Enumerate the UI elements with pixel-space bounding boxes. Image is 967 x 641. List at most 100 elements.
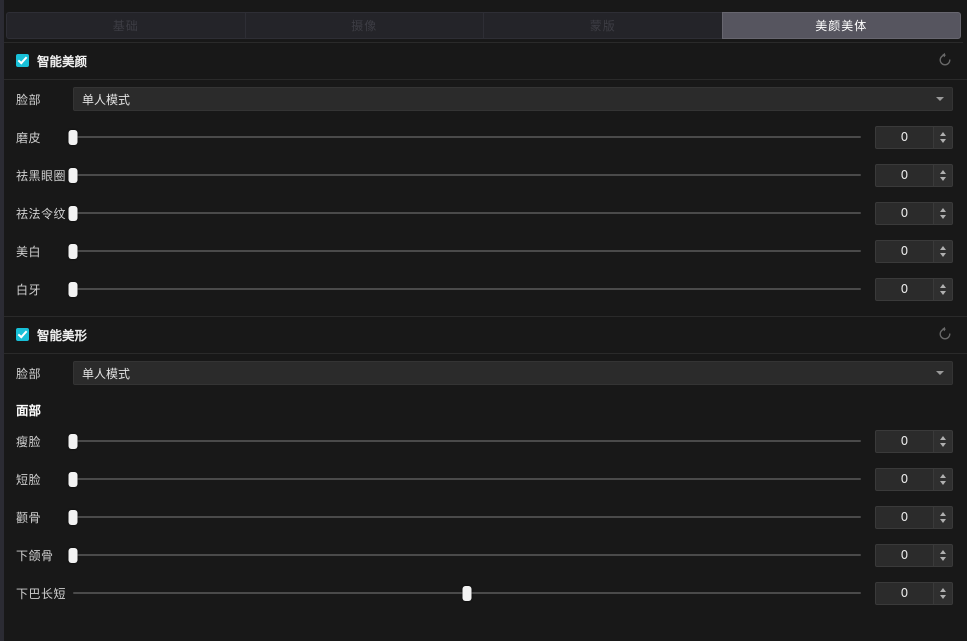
spin-stepper[interactable]: [934, 277, 953, 301]
slider-short-face[interactable]: [68, 467, 861, 491]
slider-handle[interactable]: [68, 434, 78, 449]
chevron-up-icon[interactable]: [940, 169, 946, 174]
slider-track: [73, 516, 861, 518]
spin-stepper[interactable]: [934, 505, 953, 529]
slider-row-dark-circles: 祛黑眼圈 0: [4, 156, 967, 194]
slider-handle[interactable]: [462, 586, 472, 601]
checkbox-smart-reshape[interactable]: [16, 327, 29, 341]
reset-icon[interactable]: [937, 52, 953, 68]
spin-stepper[interactable]: [934, 581, 953, 605]
chevron-down-icon[interactable]: [940, 594, 946, 599]
chevron-down-icon[interactable]: [940, 290, 946, 295]
section-header-smart-beauty: 智能美颜: [4, 43, 967, 77]
spin-stepper[interactable]: [934, 201, 953, 225]
slider-track: [73, 288, 861, 290]
slider-dark-circles[interactable]: [68, 163, 861, 187]
label-short-face: 短脸: [16, 472, 42, 487]
slider-handle[interactable]: [68, 548, 78, 563]
spin-stepper[interactable]: [934, 239, 953, 263]
spinbox-dark-circles[interactable]: 0: [875, 163, 953, 187]
spin-stepper[interactable]: [934, 467, 953, 491]
chevron-down-icon[interactable]: [940, 480, 946, 485]
slider-handle[interactable]: [68, 472, 78, 487]
spin-value[interactable]: 0: [875, 125, 934, 149]
chevron-down-icon[interactable]: [940, 138, 946, 143]
slider-handle[interactable]: [68, 168, 78, 183]
spinbox-chin-length[interactable]: 0: [875, 581, 953, 605]
section-header-smart-reshape: 智能美形: [4, 317, 967, 351]
dropdown-value-1: 单人模式: [82, 92, 131, 107]
dropdown-face-mode-2[interactable]: 单人模式: [73, 361, 953, 385]
slider-row-short-face: 短脸 0: [4, 460, 967, 498]
chevron-down-icon: [936, 371, 944, 375]
checkbox-smart-beauty[interactable]: [16, 53, 29, 67]
spin-value[interactable]: 0: [875, 163, 934, 187]
slider-chin-length[interactable]: [73, 581, 861, 605]
tab-basic[interactable]: 基础: [6, 12, 245, 39]
chevron-up-icon[interactable]: [940, 473, 946, 478]
tab-mask[interactable]: 蒙版: [483, 12, 722, 39]
spin-value[interactable]: 0: [875, 467, 934, 491]
spin-value[interactable]: 0: [875, 239, 934, 263]
dropdown-face-mode-1[interactable]: 单人模式: [73, 87, 953, 111]
spinbox-cheekbone[interactable]: 0: [875, 505, 953, 529]
spinbox-nasolabial-folds[interactable]: 0: [875, 201, 953, 225]
slider-row-whitening: 美白 0: [4, 232, 967, 270]
spinbox-slim-face[interactable]: 0: [875, 429, 953, 453]
spinbox-whitening[interactable]: 0: [875, 239, 953, 263]
chevron-down-icon[interactable]: [940, 442, 946, 447]
chevron-up-icon[interactable]: [940, 207, 946, 212]
dropdown-value-2: 单人模式: [82, 366, 131, 381]
slider-handle[interactable]: [68, 130, 78, 145]
chevron-up-icon[interactable]: [940, 587, 946, 592]
spinbox-short-face[interactable]: 0: [875, 467, 953, 491]
slider-cheekbone[interactable]: [68, 505, 861, 529]
spin-stepper[interactable]: [934, 429, 953, 453]
chevron-down-icon[interactable]: [940, 214, 946, 219]
slider-handle[interactable]: [68, 510, 78, 525]
chevron-down-icon[interactable]: [940, 518, 946, 523]
spinbox-jawbone[interactable]: 0: [875, 543, 953, 567]
label-chin-length: 下巴长短: [16, 586, 67, 601]
slider-row-chin-length: 下巴长短 0: [4, 574, 967, 612]
slider-jawbone[interactable]: [68, 543, 861, 567]
spinbox-teeth-whitening[interactable]: 0: [875, 277, 953, 301]
spin-stepper[interactable]: [934, 543, 953, 567]
reset-icon[interactable]: [937, 326, 953, 342]
chevron-down-icon[interactable]: [940, 556, 946, 561]
label-cheekbone: 颧骨: [16, 510, 42, 525]
spin-stepper[interactable]: [934, 163, 953, 187]
spin-value[interactable]: 0: [875, 277, 934, 301]
tab-camera[interactable]: 摄像: [244, 12, 483, 39]
slider-track: [73, 212, 861, 214]
chevron-up-icon[interactable]: [940, 283, 946, 288]
chevron-up-icon[interactable]: [940, 131, 946, 136]
slider-teeth-whitening[interactable]: [68, 277, 861, 301]
spinbox-smooth-skin[interactable]: 0: [875, 125, 953, 149]
label-whitening: 美白: [16, 244, 42, 259]
spin-stepper[interactable]: [934, 125, 953, 149]
spin-value[interactable]: 0: [875, 505, 934, 529]
spin-value[interactable]: 0: [875, 543, 934, 567]
chevron-up-icon[interactable]: [940, 245, 946, 250]
chevron-up-icon[interactable]: [940, 511, 946, 516]
label-nasolabial-folds: 祛法令纹: [16, 206, 67, 221]
slider-smooth-skin[interactable]: [68, 125, 861, 149]
tab-beauty[interactable]: 美颜美体: [721, 12, 961, 39]
slider-handle[interactable]: [68, 244, 78, 259]
slider-slim-face[interactable]: [68, 429, 861, 453]
chevron-up-icon[interactable]: [940, 435, 946, 440]
slider-handle[interactable]: [68, 282, 78, 297]
slider-nasolabial-folds[interactable]: [68, 201, 861, 225]
subheading-facial: 面部: [16, 402, 42, 418]
settings-scroll-area[interactable]: 智能美颜 脸部 单人模式 磨皮 0 祛黑眼圈 0 祛法令纹 0 美白 0 白牙 …: [4, 43, 967, 641]
spin-value[interactable]: 0: [875, 201, 934, 225]
chevron-up-icon[interactable]: [940, 549, 946, 554]
slider-whitening[interactable]: [68, 239, 861, 263]
chevron-down-icon[interactable]: [940, 252, 946, 257]
section-title-smart-beauty: 智能美颜: [37, 53, 88, 69]
chevron-down-icon[interactable]: [940, 176, 946, 181]
spin-value[interactable]: 0: [875, 581, 934, 605]
spin-value[interactable]: 0: [875, 429, 934, 453]
slider-handle[interactable]: [68, 206, 78, 221]
